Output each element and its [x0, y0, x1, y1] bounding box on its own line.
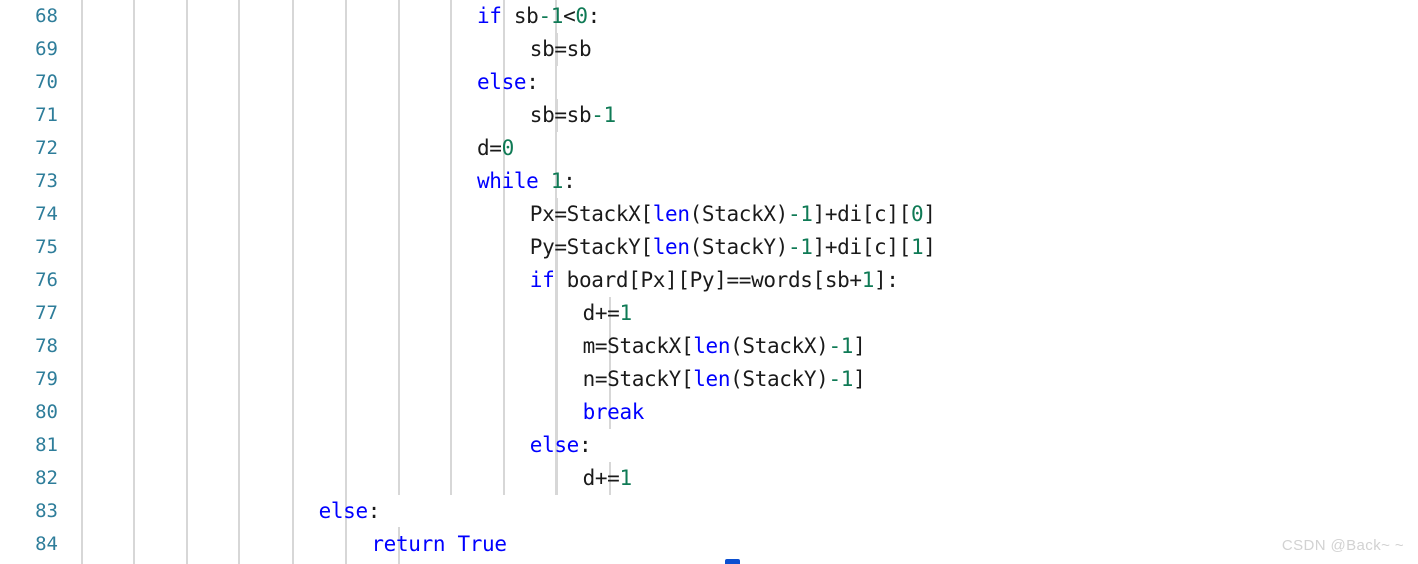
- code-line[interactable]: else:: [318, 495, 381, 528]
- code-token: d+=: [582, 466, 620, 490]
- line-number: 81: [35, 434, 58, 456]
- code-line[interactable]: sb=sb: [529, 33, 592, 66]
- line-number: 68: [35, 5, 58, 27]
- clipped-next-line-fragment: [725, 559, 740, 564]
- code-token: 1: [619, 466, 632, 490]
- code-token: return: [371, 532, 446, 556]
- code-token: -1: [787, 202, 813, 226]
- code-token: -1: [828, 367, 854, 391]
- code-line[interactable]: return True: [371, 528, 507, 561]
- code-token: 1: [619, 301, 632, 325]
- line-number: 80: [35, 401, 58, 423]
- code-token: d=: [477, 136, 502, 160]
- code-token: while: [477, 169, 539, 193]
- code-token: True: [457, 532, 507, 556]
- code-line[interactable]: else:: [529, 429, 592, 462]
- line-number: 71: [35, 104, 58, 126]
- code-token: sb=sb: [529, 103, 592, 127]
- code-token: m=StackX[: [582, 334, 694, 358]
- code-token: ]: [923, 202, 936, 226]
- code-token: sb: [501, 4, 539, 28]
- code-token: ]: [923, 235, 936, 259]
- code-token: d+=: [582, 301, 620, 325]
- line-number: 76: [35, 269, 58, 291]
- code-token: Px=StackX[: [529, 202, 653, 226]
- code-token: else: [318, 499, 369, 523]
- line-number: 72: [35, 137, 58, 159]
- code-token: ]:: [874, 268, 899, 292]
- code-line[interactable]: d=0: [477, 132, 514, 165]
- code-token: (StackX): [689, 202, 789, 226]
- code-token: :: [563, 169, 576, 193]
- code-token: ]+di[c][: [812, 202, 912, 226]
- code-token: -1: [538, 4, 564, 28]
- code-token: 0: [910, 202, 924, 226]
- code-token: :: [578, 433, 592, 457]
- code-line[interactable]: sb=sb-1: [530, 99, 616, 132]
- code-token: -1: [591, 103, 616, 127]
- code-token: -1: [787, 235, 813, 259]
- code-line[interactable]: break: [582, 396, 645, 429]
- line-number: 75: [35, 236, 58, 258]
- code-token: (StackX): [730, 334, 829, 358]
- code-line[interactable]: n=StackY[len(StackY)-1]: [583, 363, 866, 396]
- code-token: :: [367, 499, 381, 523]
- code-token: ]: [853, 367, 866, 391]
- code-token: if: [529, 268, 555, 292]
- code-token: if: [477, 4, 502, 28]
- line-number: 84: [35, 533, 58, 555]
- code-token: 0: [501, 136, 515, 160]
- code-token: 1: [910, 235, 924, 259]
- line-number: 69: [35, 38, 58, 60]
- code-token: sb=sb: [529, 37, 592, 61]
- code-token: (StackY): [689, 235, 789, 259]
- code-token: Py=StackY[: [529, 235, 653, 259]
- code-token: break: [582, 400, 645, 424]
- code-line[interactable]: d+=1: [582, 297, 633, 330]
- code-token: else: [529, 433, 580, 457]
- code-token: :: [587, 4, 601, 28]
- code-token: :: [526, 70, 539, 94]
- code-line[interactable]: d+=1: [582, 462, 633, 495]
- code-token: len: [652, 202, 690, 226]
- code-editor[interactable]: if sb-1<0: sb=sb else: sb=sb-1 d=0 while 1: Px…: [0, 0, 1418, 564]
- code-token: len: [652, 235, 690, 259]
- line-number: 70: [35, 71, 58, 93]
- code-token: ]: [853, 334, 866, 358]
- code-token: -1: [828, 334, 854, 358]
- code-token: board[Px][Py]==words[sb+: [554, 268, 862, 292]
- line-number: 83: [35, 500, 58, 522]
- line-number-gutter[interactable]: 68 69 70 71 72 73 74 75 76 77 78 79 80 81 82 83 84: [0, 0, 66, 564]
- code-line[interactable]: else:: [477, 66, 539, 99]
- csdn-watermark: CSDN @Back~ ~: [1281, 537, 1404, 554]
- code-token: 0: [575, 4, 588, 28]
- code-token: ]+di[c][: [812, 235, 912, 259]
- code-line[interactable]: if sb-1<0:: [477, 0, 600, 33]
- code-content[interactable]: if sb-1<0: sb=sb else: sb=sb-1 d=0 while 1: Px…: [0, 0, 1418, 564]
- code-token: (StackY): [730, 367, 829, 391]
- code-token: n=StackY[: [582, 367, 694, 391]
- code-line[interactable]: Px=StackX[len(StackX)-1]+di[c][0]: [530, 198, 936, 231]
- code-token: len: [693, 334, 731, 358]
- code-line[interactable]: if board[Px][Py]==words[sb+1]:: [530, 264, 899, 297]
- line-number: 74: [35, 203, 58, 225]
- code-line[interactable]: m=StackX[len(StackX)-1]: [583, 330, 866, 363]
- line-number: 73: [35, 170, 58, 192]
- line-number: 79: [35, 368, 58, 390]
- code-line[interactable]: while 1:: [477, 165, 576, 198]
- code-token: else: [477, 70, 527, 94]
- code-token: len: [693, 367, 731, 391]
- code-token: <: [563, 4, 576, 28]
- code-token: 1: [861, 268, 875, 292]
- line-number: 82: [35, 467, 58, 489]
- line-number: 77: [35, 302, 58, 324]
- code-line[interactable]: Py=StackY[len(StackY)-1]+di[c][1]: [530, 231, 936, 264]
- line-number: 78: [35, 335, 58, 357]
- code-token: 1: [550, 169, 564, 193]
